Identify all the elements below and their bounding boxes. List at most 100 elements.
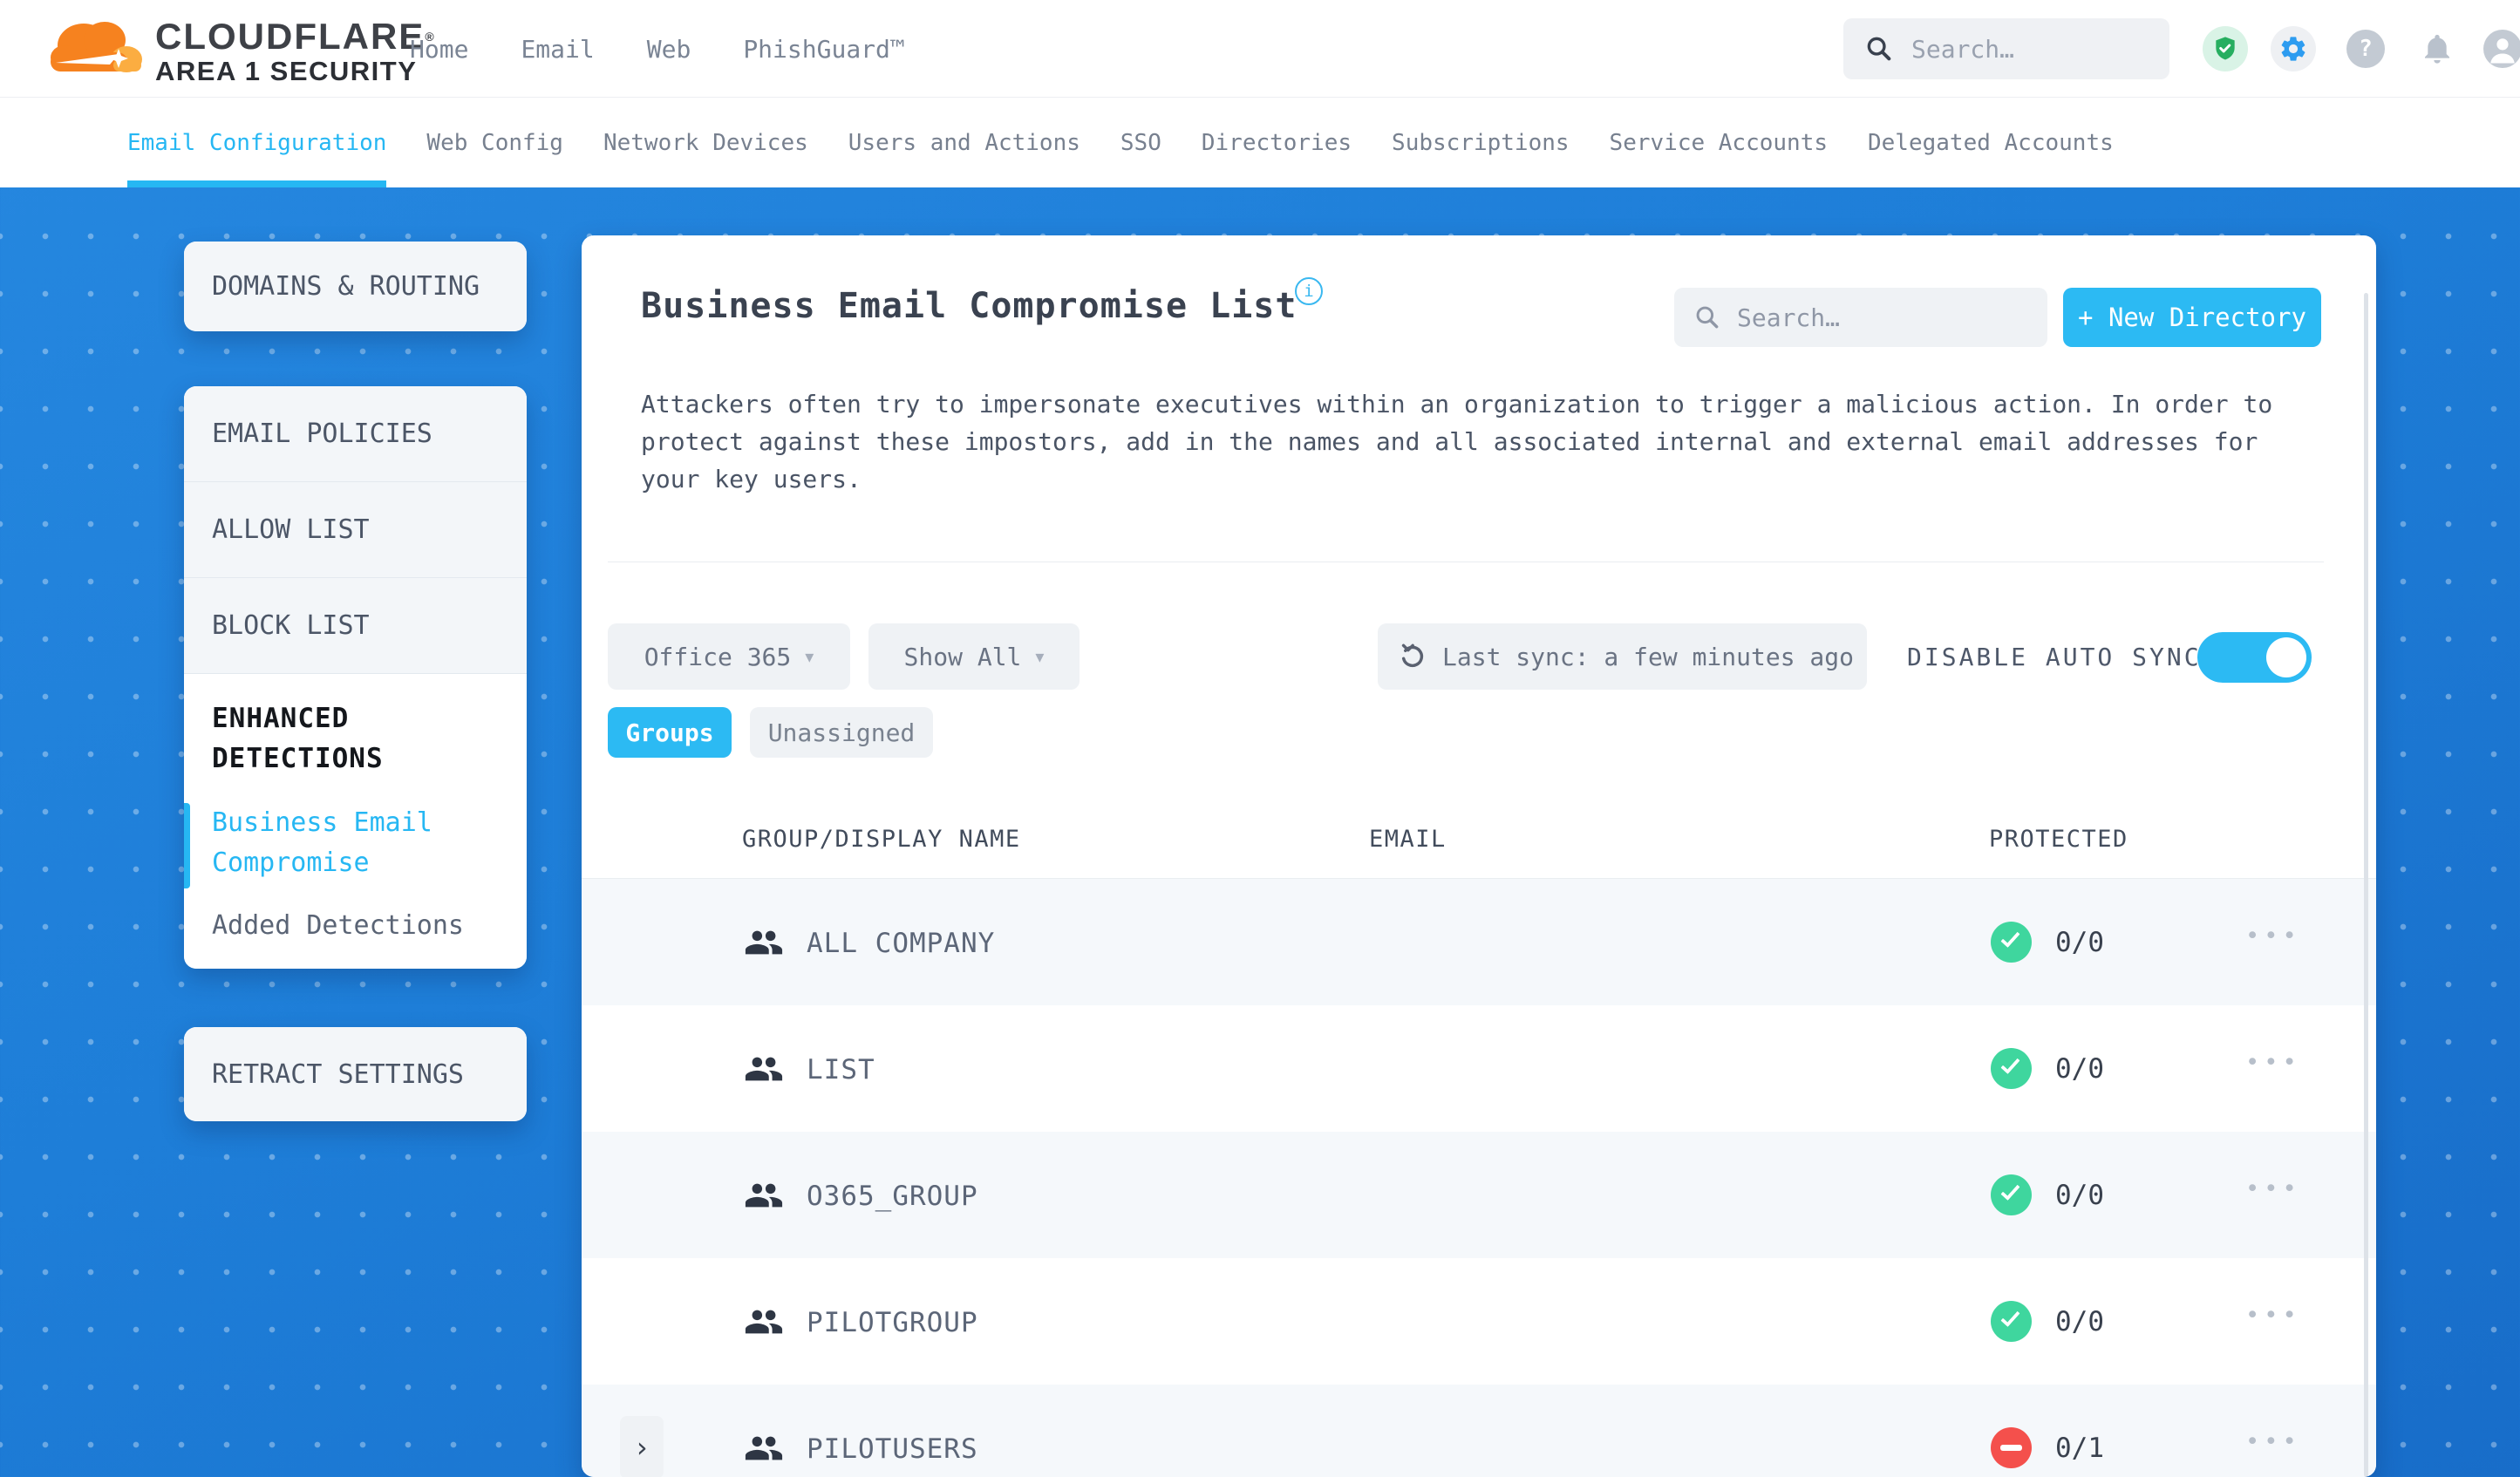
cloudflare-cloud-icon [51, 22, 142, 72]
show-filter-select[interactable]: Show All ▾ [868, 623, 1080, 690]
sidebar-item-block-list[interactable]: BLOCK LIST [184, 578, 527, 674]
last-sync-status: Last sync: a few minutes ago [1378, 623, 1867, 690]
sidebar-item-business-email-compromise[interactable]: Business Email Compromise [212, 803, 506, 883]
group-name: ALL COMPANY [807, 928, 996, 959]
group-icon [745, 1310, 783, 1334]
group-icon [745, 930, 783, 955]
protected-count: 0/1 [2055, 1433, 2104, 1464]
global-search-input[interactable] [1911, 34, 2138, 64]
tab-service-accounts[interactable]: Service Accounts [1610, 98, 1828, 187]
nav-home[interactable]: Home [410, 35, 468, 64]
sidebar-item-allow-list[interactable]: ALLOW LIST [184, 482, 527, 578]
tab-subscriptions[interactable]: Subscriptions [1392, 98, 1570, 187]
sidebar-card-retract: RETRACT SETTINGS [184, 1027, 527, 1121]
tab-groups[interactable]: Groups [608, 707, 732, 758]
table-row[interactable]: O365_GROUP 0/0 ••• [582, 1132, 2376, 1258]
tab-unassigned[interactable]: Unassigned [750, 707, 933, 758]
list-search[interactable] [1674, 288, 2047, 347]
protected-count: 0/0 [2055, 927, 2104, 958]
sidebar-item-email-policies[interactable]: EMAIL POLICIES [184, 386, 527, 482]
tab-email-configuration[interactable]: Email Configuration [127, 98, 387, 187]
protected-status-icon [1991, 922, 2032, 963]
enhanced-detections-heading: ENHANCED DETECTIONS [212, 703, 384, 774]
account-avatar-icon[interactable] [2483, 30, 2520, 68]
refresh-icon[interactable] [1397, 641, 1428, 672]
column-protected: PROTECTED [1989, 826, 2128, 853]
nav-phishguard[interactable]: PhishGuard™ [743, 35, 904, 64]
tab-directories[interactable]: Directories [1202, 98, 1352, 187]
last-sync-text: Last sync: a few minutes ago [1442, 642, 1855, 671]
check-icon [2000, 1307, 2020, 1327]
auto-sync-label: DISABLE AUTO SYNC [1907, 642, 2202, 671]
sidebar-item-retract-settings[interactable]: RETRACT SETTINGS [184, 1027, 527, 1121]
expand-row-button[interactable]: › [620, 1416, 664, 1477]
search-icon [1696, 306, 1719, 329]
table-row[interactable]: LIST 0/0 ••• [582, 1005, 2376, 1132]
table-body: ALL COMPANY 0/0 ••• LIST 0/0 ••• O365_GR… [582, 879, 2376, 1477]
secondary-nav: Email Configuration Web Config Network D… [0, 98, 2520, 187]
brand-name: CLOUDFLARE® [155, 16, 436, 57]
brand-subtitle: AREA 1 SECURITY [155, 56, 418, 86]
chevron-down-icon: ▾ [1035, 646, 1045, 667]
tab-users-and-actions[interactable]: Users and Actions [848, 98, 1080, 187]
tab-delegated-accounts[interactable]: Delegated Accounts [1868, 98, 2114, 187]
row-menu-button[interactable]: ••• [2245, 1428, 2301, 1455]
settings-gear-icon[interactable] [2271, 26, 2316, 71]
sidebar-item-added-detections[interactable]: Added Detections [212, 906, 506, 946]
check-icon [2000, 1181, 2020, 1201]
list-search-input[interactable] [1737, 303, 2016, 332]
table-row[interactable]: ALL COMPANY 0/0 ••• [582, 879, 2376, 1005]
group-icon [745, 1057, 783, 1081]
page-title: Business Email Compromise List [641, 286, 1297, 326]
sidebar-section-enhanced-detections: ENHANCED DETECTIONS Business Email Compr… [184, 674, 527, 969]
nav-web[interactable]: Web [647, 35, 691, 64]
sidebar-card-domains: DOMAINS & ROUTING [184, 242, 527, 331]
nav-email[interactable]: Email [521, 35, 594, 64]
chevron-down-icon: ▾ [805, 646, 814, 667]
column-group-display-name: GROUP/DISPLAY NAME [742, 826, 1021, 853]
table-row[interactable]: › PILOTUSERS 0/1 ••• [582, 1385, 2376, 1477]
group-icon [745, 1183, 783, 1208]
toggle-knob [2266, 637, 2306, 677]
cloudflare-logo[interactable]: CLOUDFLARE® AREA 1 SECURITY [45, 10, 436, 87]
notifications-bell-icon[interactable] [2416, 28, 2458, 70]
tab-sso[interactable]: SSO [1120, 98, 1161, 187]
check-icon [2000, 1054, 2020, 1074]
directory-select[interactable]: Office 365 ▾ [608, 623, 850, 690]
protected-count: 0/0 [2055, 1053, 2104, 1085]
protected-count: 0/0 [2055, 1180, 2104, 1211]
protected-status-icon [1991, 1301, 2032, 1342]
row-menu-button[interactable]: ••• [2245, 922, 2301, 950]
group-name: PILOTUSERS [807, 1433, 978, 1465]
info-icon[interactable]: i [1295, 277, 1323, 305]
security-shield-icon[interactable] [2203, 26, 2248, 71]
row-menu-button[interactable]: ••• [2245, 1175, 2301, 1202]
group-name: PILOTGROUP [807, 1307, 978, 1338]
table-header: GROUP/DISPLAY NAME EMAIL PROTECTED [582, 805, 2376, 879]
table-row[interactable]: PILOTGROUP 0/0 ••• [582, 1258, 2376, 1385]
row-menu-button[interactable]: ••• [2245, 1302, 2301, 1329]
active-item-indicator [184, 803, 190, 888]
scrollbar[interactable] [2364, 293, 2368, 1477]
sidebar-card-policies: EMAIL POLICIES ALLOW LIST BLOCK LIST ENH… [184, 386, 527, 969]
not-protected-status-icon [1991, 1427, 2032, 1468]
protected-count: 0/0 [2055, 1306, 2104, 1337]
help-icon[interactable]: ? [2346, 30, 2385, 68]
sidebar-item-domains-routing[interactable]: DOMAINS & ROUTING [184, 242, 527, 331]
content-card: Business Email Compromise List i + New D… [582, 235, 2376, 1477]
group-name: O365_GROUP [807, 1181, 978, 1212]
global-search[interactable] [1843, 18, 2169, 79]
protected-status-icon [1991, 1174, 2032, 1215]
check-icon [2000, 928, 2020, 948]
row-menu-button[interactable]: ••• [2245, 1049, 2301, 1076]
primary-nav: Home Email Web PhishGuard™ [410, 0, 905, 98]
group-icon [745, 1436, 783, 1460]
new-directory-button[interactable]: + New Directory [2063, 288, 2321, 347]
search-icon [1867, 37, 1891, 61]
column-email: EMAIL [1369, 826, 1447, 853]
tab-network-devices[interactable]: Network Devices [603, 98, 808, 187]
tab-web-config[interactable]: Web Config [426, 98, 563, 187]
auto-sync-toggle[interactable] [2197, 632, 2312, 683]
group-name: LIST [807, 1054, 875, 1086]
protected-status-icon [1991, 1048, 2032, 1089]
